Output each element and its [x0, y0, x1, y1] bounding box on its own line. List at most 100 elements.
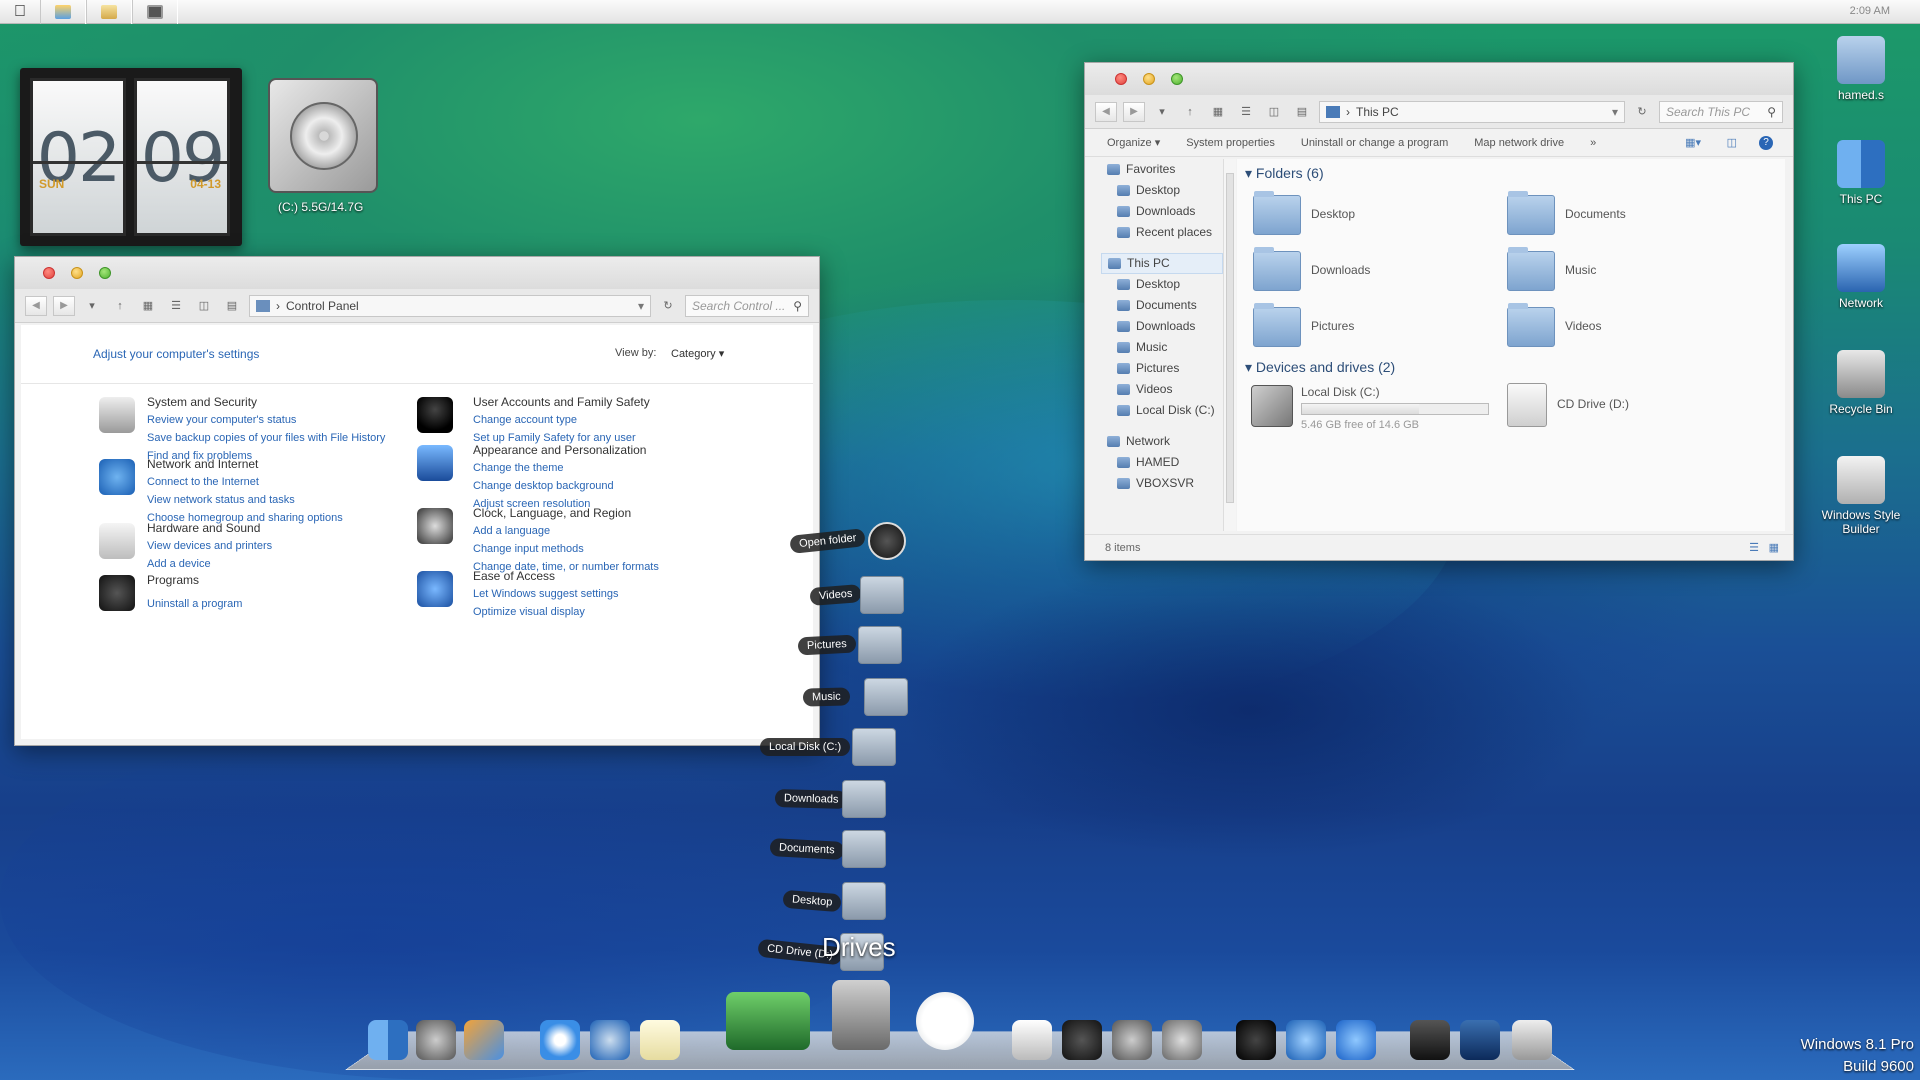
preview-pane-icon[interactable]: ◫	[1263, 102, 1285, 122]
sidebar-item[interactable]: VBOXSVR	[1117, 473, 1223, 494]
sidebar-item[interactable]: Pictures	[1117, 358, 1223, 379]
stack-item-label[interactable]: Pictures	[797, 634, 857, 656]
up-arrow-icon[interactable]: ↑	[1179, 102, 1201, 122]
sidebar-item[interactable]: Local Disk (C:)	[1117, 400, 1223, 421]
folder-item[interactable]: Videos	[1503, 301, 1733, 351]
sidebar-item-favorites[interactable]: Favorites	[1107, 159, 1223, 180]
sidebar-item[interactable]: Downloads	[1117, 316, 1223, 337]
system-preferences-icon[interactable]	[416, 1020, 456, 1060]
title-bar[interactable]	[1085, 63, 1793, 95]
folder-icon[interactable]	[842, 830, 886, 868]
help-icon[interactable]: ?	[1759, 135, 1773, 150]
category-title[interactable]: System and Security	[147, 393, 257, 411]
organize-button[interactable]: Organize ▾	[1107, 136, 1160, 149]
category-title[interactable]: Network and Internet	[147, 455, 258, 473]
safari-icon[interactable]	[540, 1020, 580, 1060]
more-commands-button[interactable]: »	[1590, 137, 1596, 149]
cd-drive-item[interactable]: CD Drive (D:)	[1503, 381, 1703, 431]
folder-icon[interactable]	[858, 626, 902, 664]
stack-item-label[interactable]: Local Disk (C:)	[760, 738, 851, 756]
category-link[interactable]: Change the theme	[473, 459, 564, 477]
category-title[interactable]: Appearance and Personalization	[473, 441, 646, 459]
category-link[interactable]: Change account type	[473, 411, 577, 429]
hard-drive-gadget[interactable]	[268, 78, 378, 193]
sidebar-item[interactable]: Desktop	[1117, 180, 1223, 201]
refresh-icon[interactable]: ↻	[1631, 102, 1653, 122]
search-input[interactable]: Search This PC ⚲	[1659, 100, 1783, 123]
trash-icon[interactable]	[1512, 1020, 1552, 1060]
hard-drive-icon[interactable]	[852, 728, 896, 766]
system-properties-button[interactable]: System properties	[1186, 137, 1275, 149]
folder-item[interactable]: Documents	[1503, 189, 1733, 239]
sidebar-scrollbar[interactable]	[1223, 159, 1236, 531]
mission-control-icon[interactable]	[1460, 1020, 1500, 1060]
category-link[interactable]: Add a language	[473, 522, 550, 540]
back-button[interactable]: ◀	[1095, 101, 1117, 122]
drives-stack-icon[interactable]	[832, 980, 890, 1050]
local-disk-item[interactable]: Local Disk (C:) 5.46 GB free of 14.6 GB	[1247, 381, 1489, 431]
menubar-clock[interactable]: 2:09 AM	[1850, 5, 1890, 17]
maximize-button[interactable]	[1171, 73, 1183, 85]
quicktime-icon[interactable]	[590, 1020, 630, 1060]
sidebar-item[interactable]: Music	[1117, 337, 1223, 358]
desktop-icon[interactable]: Windows Style Builder	[1816, 456, 1906, 536]
sidebar-item-network[interactable]: Network	[1107, 431, 1223, 452]
system-security-icon[interactable]	[99, 397, 135, 433]
large-icons-view-icon[interactable]: ▦	[1769, 541, 1779, 554]
power-icon[interactable]	[1062, 1020, 1102, 1060]
clock-globe-icon[interactable]	[417, 508, 453, 544]
wallpaper-stack-icon[interactable]	[726, 992, 810, 1050]
category-link[interactable]: Review your computer's status	[147, 411, 296, 429]
sidebar-item-this-pc[interactable]: This PC	[1101, 253, 1223, 274]
accessibility-icon[interactable]	[417, 571, 453, 607]
sidebar-item[interactable]: Recent places	[1117, 222, 1223, 243]
category-link[interactable]: Save backup copies of your files with Fi…	[147, 429, 385, 447]
minimize-button[interactable]	[1143, 73, 1155, 85]
sidebar-item[interactable]: Videos	[1117, 379, 1223, 400]
search-input[interactable]: Search Control ... ⚲	[685, 294, 809, 317]
notes-icon[interactable]	[640, 1020, 680, 1060]
itunes-icon[interactable]	[1286, 1020, 1326, 1060]
list-view-icon[interactable]: ☰	[1235, 102, 1257, 122]
category-title[interactable]: User Accounts and Family Safety	[473, 393, 650, 411]
taskbar-control-panel-tab[interactable]	[40, 0, 86, 24]
folders-group-header[interactable]: ▾ Folders (6)	[1245, 165, 1324, 182]
folder-item[interactable]: Pictures	[1249, 301, 1479, 351]
open-folder-arrow-icon[interactable]	[868, 522, 906, 560]
category-title[interactable]: Clock, Language, and Region	[473, 504, 631, 522]
refresh-icon[interactable]: ↻	[657, 296, 679, 316]
details-view-icon[interactable]: ☰	[1749, 541, 1759, 554]
chevron-down-icon[interactable]: ▾	[81, 296, 103, 316]
stack-item-label[interactable]: Documents	[769, 838, 845, 860]
dashboard-icon[interactable]	[1236, 1020, 1276, 1060]
change-view-icon[interactable]: ▦▾	[1685, 136, 1701, 149]
sidebar-item[interactable]: HAMED	[1117, 452, 1223, 473]
flip-clock-gadget[interactable]: 02 SUN 09 04-13	[20, 68, 242, 246]
folder-icon[interactable]	[860, 576, 904, 614]
app-store-tiles-icon[interactable]	[464, 1020, 504, 1060]
minimize-button[interactable]	[71, 267, 83, 279]
category-link[interactable]: Let Windows suggest settings	[473, 585, 619, 603]
app-store-icon[interactable]	[1336, 1020, 1376, 1060]
devices-group-header[interactable]: ▾ Devices and drives (2)	[1245, 359, 1395, 376]
up-arrow-icon[interactable]: ↑	[109, 296, 131, 316]
preview-pane-icon[interactable]: ◫	[193, 296, 215, 316]
launchpad-rocket-icon[interactable]	[1162, 1020, 1202, 1060]
large-icons-view-icon[interactable]: ▦	[1207, 102, 1229, 122]
category-link[interactable]: Optimize visual display	[473, 603, 585, 621]
folder-item[interactable]: Desktop	[1249, 189, 1479, 239]
desktop-icon[interactable]: Recycle Bin	[1816, 350, 1906, 416]
desktop-icon[interactable]: This PC	[1816, 140, 1906, 206]
large-icons-view-icon[interactable]: ▦	[137, 296, 159, 316]
chevron-down-icon[interactable]: ▾	[1612, 105, 1618, 119]
address-bar[interactable]: › Control Panel ▾	[249, 294, 651, 317]
category-link[interactable]: View network status and tasks	[147, 491, 295, 509]
stack-item-label[interactable]: Music	[802, 687, 850, 707]
programs-icon[interactable]	[99, 575, 135, 611]
view-by-dropdown[interactable]: Category ▾	[671, 347, 724, 360]
finder-icon[interactable]	[368, 1020, 408, 1060]
osx-icon[interactable]	[916, 992, 974, 1050]
taskbar-app-tab[interactable]	[132, 0, 178, 24]
twitter-icon[interactable]	[1112, 1020, 1152, 1060]
category-link[interactable]: Change input methods	[473, 540, 584, 558]
